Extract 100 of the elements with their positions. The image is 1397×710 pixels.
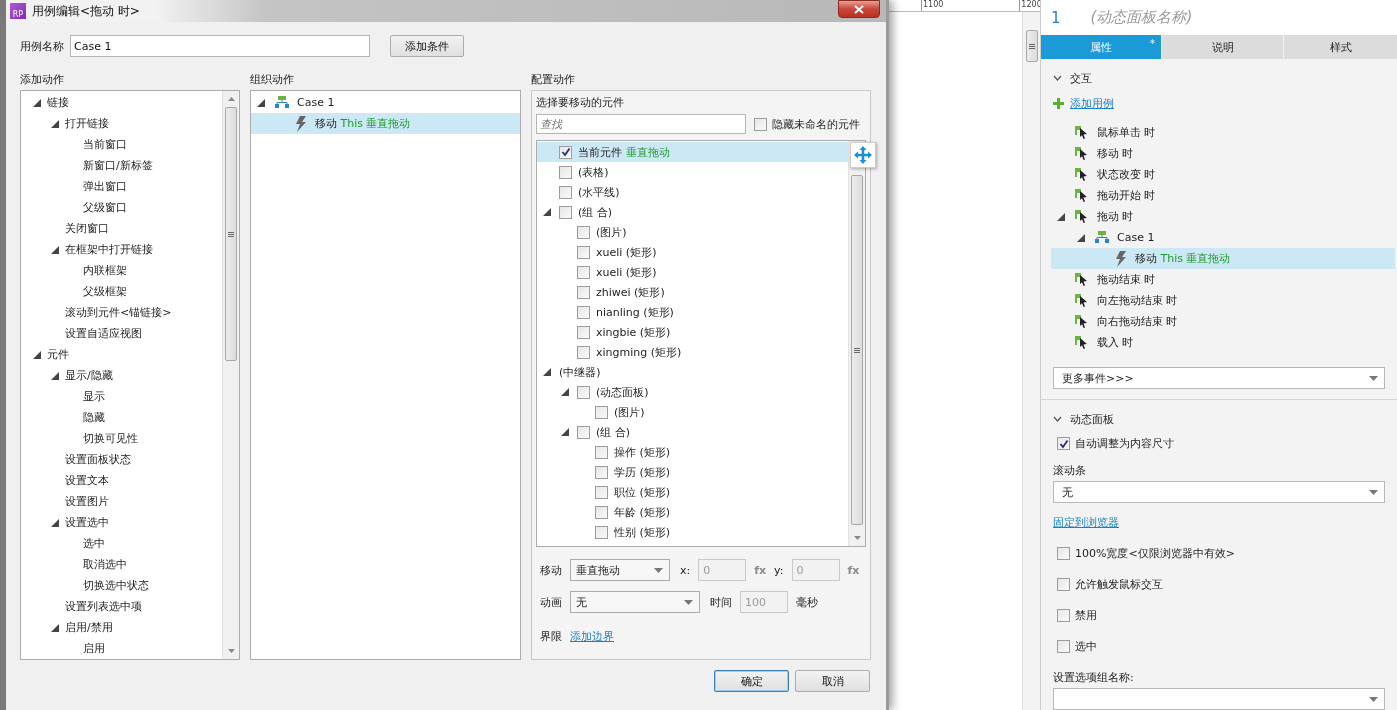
expander-icon[interactable] (561, 388, 569, 396)
action-tree-item[interactable]: 启用 (83, 641, 105, 656)
action-tree-item[interactable]: 切换可见性 (83, 431, 138, 446)
action-tree-item[interactable]: 父级框架 (83, 284, 127, 299)
action-tree-item[interactable]: 滚动到元件<锚链接> (65, 305, 172, 320)
element-row[interactable]: xingming (矩形) (537, 342, 848, 362)
scrollbar-thumb[interactable] (851, 175, 863, 525)
checkbox[interactable] (577, 225, 590, 239)
animation-select[interactable]: 无 (570, 591, 700, 613)
element-row[interactable]: 年龄 (矩形) (537, 502, 848, 522)
action-tree-item[interactable]: 设置选中 (65, 515, 109, 530)
scroll-up-icon[interactable] (227, 97, 235, 101)
move-type-select[interactable]: 垂直拖动 (570, 559, 670, 581)
checkbox[interactable] (577, 325, 590, 339)
element-row[interactable]: 学历 (矩形) (537, 462, 848, 482)
checkbox[interactable] (577, 385, 590, 399)
checkbox[interactable] (577, 265, 590, 279)
expander-icon[interactable] (51, 518, 59, 527)
scroll-down-icon[interactable] (227, 649, 235, 653)
checkbox[interactable] (595, 525, 608, 539)
checkbox[interactable] (577, 245, 590, 259)
element-row[interactable]: (图片) (537, 402, 848, 422)
checkbox[interactable] (559, 205, 572, 219)
event-row[interactable]: 载入 时 (1051, 332, 1395, 354)
tab[interactable]: 样式 (1284, 35, 1397, 60)
checkbox[interactable] (1057, 547, 1070, 560)
action-tree-item[interactable]: 设置列表选中项 (65, 599, 142, 614)
event-row[interactable]: 拖动结束 时 (1051, 269, 1395, 291)
scroll-down-icon[interactable] (853, 536, 861, 540)
pin-to-browser-link[interactable]: 固定到浏览器 (1053, 516, 1119, 529)
expander-icon[interactable] (561, 428, 569, 436)
chevron-icon[interactable] (1053, 416, 1062, 422)
expander-icon[interactable] (33, 98, 41, 107)
scrollbar-thumb[interactable] (225, 107, 237, 361)
action-tree-item[interactable]: 设置面板状态 (65, 452, 131, 467)
cancel-button[interactable]: 取消 (795, 670, 870, 692)
action-row[interactable]: 移动 This 垂直拖动 (1051, 248, 1395, 270)
element-row[interactable]: zhiwei (矩形) (537, 282, 848, 302)
checkbox[interactable] (577, 285, 590, 299)
checkbox[interactable] (1057, 640, 1070, 653)
action-tree-item[interactable]: 设置文本 (65, 473, 109, 488)
scrollbars-select[interactable]: 无 (1053, 481, 1385, 503)
element-row[interactable]: (中继器) (537, 362, 848, 382)
element-row[interactable]: 当前元件 垂直拖动 (537, 142, 848, 162)
event-row[interactable]: 拖动开始 时 (1051, 185, 1395, 207)
checkbox[interactable] (595, 465, 608, 479)
checkbox[interactable] (577, 345, 590, 359)
action-tree-item[interactable]: 弹出窗口 (83, 179, 127, 194)
case-row[interactable]: Case 1 (251, 92, 520, 113)
element-row[interactable]: (组 合) (537, 422, 848, 442)
action-tree-item[interactable]: 切换选中状态 (83, 578, 149, 593)
checkbox[interactable] (754, 117, 767, 131)
ok-button[interactable]: 确定 (714, 670, 789, 692)
action-tree-item[interactable]: 设置图片 (65, 494, 109, 509)
checkbox[interactable] (577, 305, 590, 319)
event-row[interactable]: 状态改变 时 (1051, 164, 1395, 186)
action-row[interactable]: 移动 This 垂直拖动 (251, 113, 520, 134)
tab[interactable]: 说明 (1162, 35, 1283, 60)
chevron-icon[interactable] (1053, 75, 1062, 82)
event-row[interactable]: 向右拖动结束 时 (1051, 311, 1395, 333)
checkbox[interactable] (577, 425, 590, 439)
checkbox[interactable] (595, 445, 608, 459)
scrollbar-thumb[interactable] (1025, 30, 1038, 62)
close-button[interactable] (838, 0, 880, 18)
element-row[interactable]: 性别 (矩形) (537, 522, 848, 542)
element-row[interactable]: xueli (矩形) (537, 242, 848, 262)
event-row[interactable]: 向左拖动结束 时 (1051, 290, 1395, 312)
add-condition-button[interactable]: 添加条件 (390, 35, 464, 57)
action-tree-item[interactable]: 链接 (47, 95, 69, 110)
action-tree-item[interactable]: 内联框架 (83, 263, 127, 278)
element-row[interactable]: (动态面板) (537, 382, 848, 402)
expander-icon[interactable] (257, 98, 265, 107)
expander-icon[interactable] (51, 623, 59, 632)
scrollbar[interactable] (1022, 12, 1040, 710)
expander-icon[interactable] (51, 371, 59, 380)
action-tree-item[interactable]: 关闭窗口 (65, 221, 109, 236)
move-arrows-icon[interactable] (850, 142, 876, 168)
case-name-field[interactable]: Case 1 (70, 35, 370, 57)
element-row[interactable]: (组 合) (537, 202, 848, 222)
action-tree-item[interactable]: 新窗口/新标签 (83, 158, 153, 173)
action-tree-item[interactable]: 显示 (83, 389, 105, 404)
checkbox[interactable] (595, 405, 608, 419)
event-row[interactable]: 拖动 时 (1051, 206, 1395, 228)
checkbox[interactable] (559, 145, 572, 159)
action-tree-item[interactable]: 在框架中打开链接 (65, 242, 153, 257)
element-row[interactable]: (图片) (537, 222, 848, 242)
search-field[interactable]: 查找 (536, 114, 746, 134)
action-tree-item[interactable]: 取消选中 (83, 557, 127, 572)
checkbox[interactable] (559, 185, 572, 199)
scrollbar[interactable] (222, 91, 239, 659)
action-tree-item[interactable]: 启用/禁用 (65, 620, 113, 635)
more-events-select[interactable]: 更多事件>>> (1053, 367, 1385, 390)
action-tree-item[interactable]: 隐藏 (83, 410, 105, 425)
case-row[interactable]: Case 1 (1051, 227, 1395, 249)
event-row[interactable]: 移动 时 (1051, 143, 1395, 165)
add-case-link[interactable]: 添加用例 (1070, 96, 1114, 112)
checkbox[interactable] (595, 485, 608, 499)
element-row[interactable]: xueli (矩形) (537, 262, 848, 282)
action-tree-item[interactable]: 元件 (47, 347, 69, 362)
action-tree-item[interactable]: 打开链接 (65, 116, 109, 131)
